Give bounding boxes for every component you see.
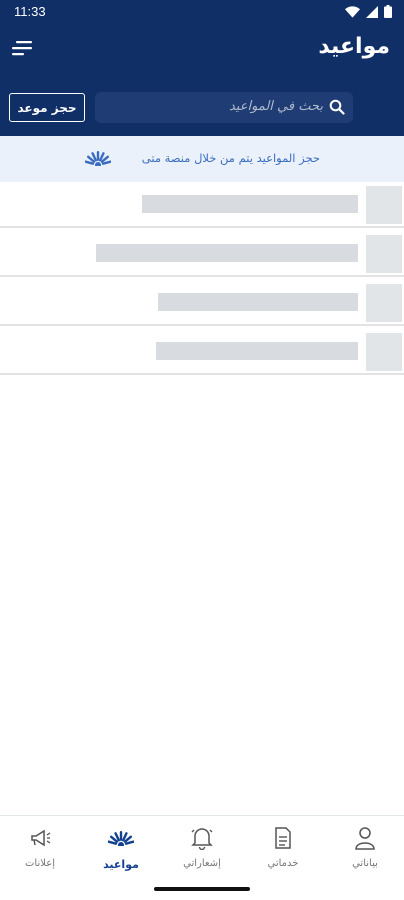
- search-area: حجز موعد بحث في المواعيد: [0, 80, 404, 136]
- battery-icon: [384, 5, 392, 18]
- app-bar: مواعيد: [0, 24, 404, 80]
- status-bar: 11:33: [0, 0, 404, 24]
- info-banner: حجز المواعيد يتم من خلال منصة متى: [0, 136, 404, 182]
- menu-icon: [12, 41, 32, 56]
- document-icon: [275, 827, 291, 849]
- home-gesture-bar[interactable]: [154, 887, 250, 891]
- skeleton-text: [156, 342, 358, 360]
- skeleton-thumbnail: [366, 235, 402, 273]
- nav-item-announcements[interactable]: إعلانات: [5, 824, 75, 869]
- appointments-icon: [108, 831, 134, 846]
- list-item[interactable]: [0, 182, 404, 228]
- nav-label: بياناتي: [352, 858, 378, 869]
- search-input[interactable]: بحث في المواعيد: [95, 92, 353, 123]
- book-appointment-button[interactable]: حجز موعد: [9, 93, 85, 122]
- megaphone-icon: [31, 829, 51, 847]
- skeleton-thumbnail: [366, 186, 402, 224]
- nav-item-services[interactable]: خدماتي: [248, 824, 318, 869]
- appointments-list: [0, 182, 404, 375]
- nav-item-appointments[interactable]: مواعيد: [86, 824, 156, 871]
- list-item[interactable]: [0, 280, 404, 326]
- nav-item-profile[interactable]: بياناتي: [330, 824, 400, 869]
- nav-label: إعلانات: [25, 858, 55, 869]
- mata-logo-icon: [85, 151, 111, 166]
- page-title: مواعيد: [318, 34, 390, 59]
- status-time: 11:33: [14, 4, 46, 19]
- skeleton-thumbnail: [366, 333, 402, 371]
- nav-label: مواعيد: [103, 858, 139, 871]
- person-icon: [355, 827, 375, 850]
- nav-label: إشعاراتي: [183, 858, 221, 869]
- search-placeholder: بحث في المواعيد: [228, 99, 323, 114]
- nav-item-notifications[interactable]: إشعاراتي: [167, 824, 237, 869]
- skeleton-text: [158, 293, 358, 311]
- menu-button[interactable]: [10, 38, 38, 66]
- wifi-icon: [345, 5, 360, 18]
- bell-icon: [191, 828, 213, 850]
- status-icons: [345, 5, 392, 18]
- list-item[interactable]: [0, 329, 404, 375]
- signal-icon: [366, 5, 378, 18]
- gesture-area: [0, 879, 404, 900]
- list-item[interactable]: [0, 231, 404, 277]
- search-icon: [329, 99, 345, 115]
- banner-text: حجز المواعيد يتم من خلال منصة متى: [141, 151, 320, 165]
- skeleton-thumbnail: [366, 284, 402, 322]
- bottom-navigation: بياناتي خدماتي إشعاراتي مواعيد إعلانات: [0, 815, 404, 879]
- skeleton-text: [142, 195, 358, 213]
- skeleton-text: [96, 244, 358, 262]
- nav-label: خدماتي: [267, 858, 299, 869]
